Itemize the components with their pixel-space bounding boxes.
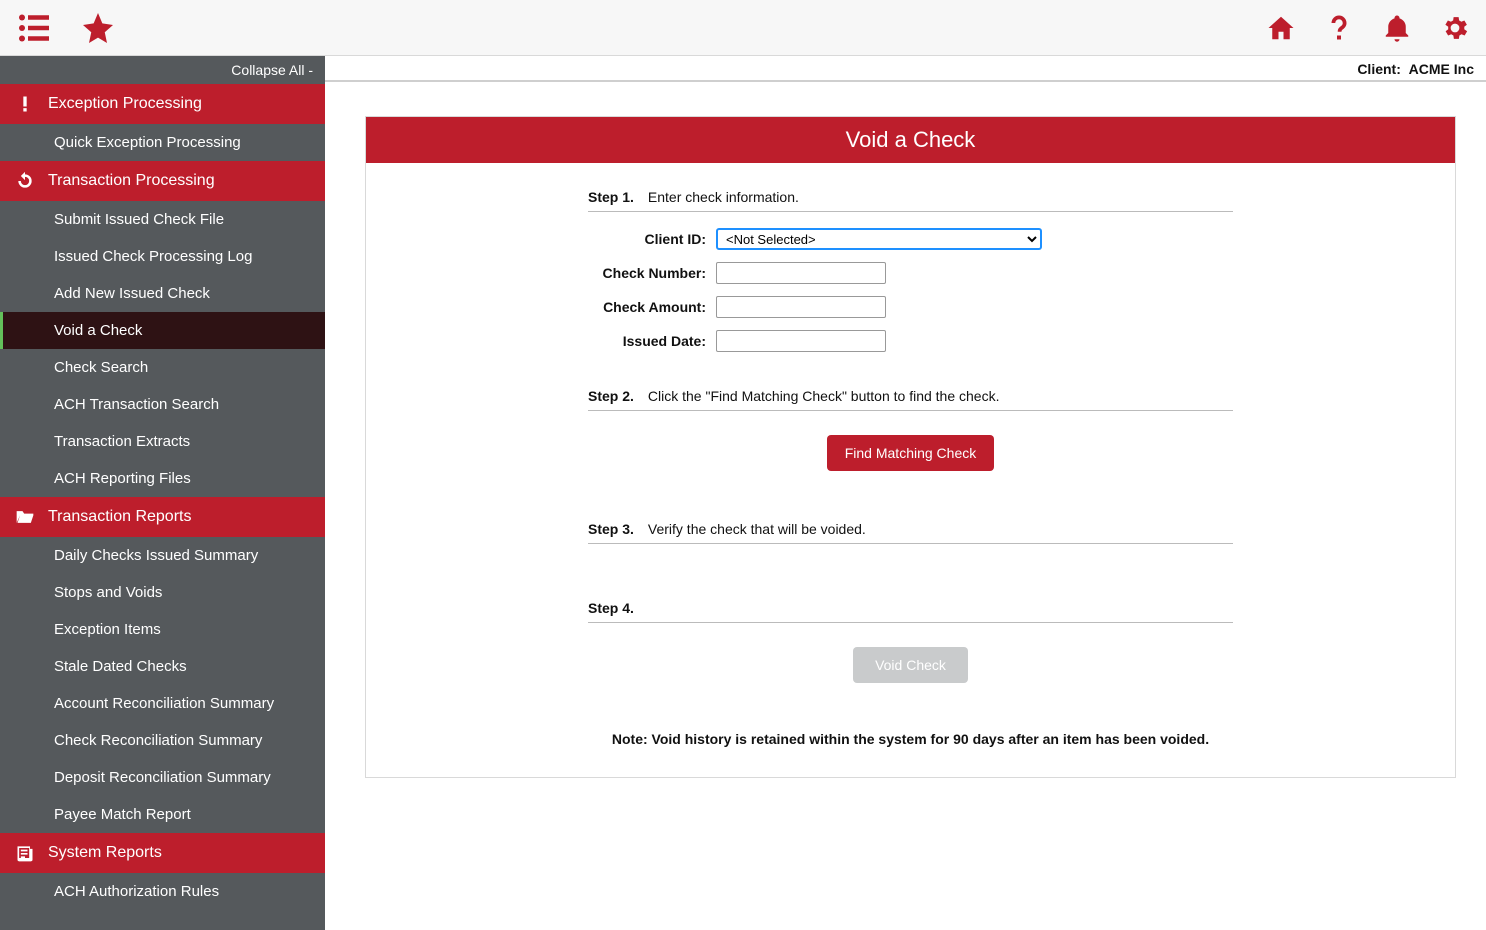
nav-item-void-a-check[interactable]: Void a Check — [0, 312, 325, 349]
issued-date-input[interactable] — [716, 330, 886, 352]
step-3-row: Step 3. Verify the check that will be vo… — [588, 515, 1233, 544]
nav-item[interactable]: Account Reconciliation Summary — [0, 685, 325, 722]
step-2-row: Step 2. Click the "Find Matching Check" … — [588, 382, 1233, 411]
refresh-icon — [14, 171, 36, 191]
nav-item[interactable]: Quick Exception Processing — [0, 124, 325, 161]
step-2-text: Click the "Find Matching Check" button t… — [648, 388, 1000, 404]
step-1-text: Enter check information. — [648, 189, 799, 205]
newspaper-icon — [14, 843, 36, 863]
client-indicator: Client: ACME Inc — [325, 56, 1486, 82]
nav-item[interactable]: Stops and Voids — [0, 574, 325, 611]
check-amount-label: Check Amount: — [588, 299, 706, 315]
notifications-bell-icon[interactable] — [1382, 13, 1412, 43]
page-title: Void a Check — [366, 117, 1455, 163]
void-check-card: Void a Check Step 1. Enter check informa… — [365, 116, 1456, 778]
menu-icon[interactable] — [16, 10, 52, 46]
step-3-text: Verify the check that will be voided. — [648, 521, 866, 537]
step-4-row: Step 4. — [588, 594, 1233, 623]
step-4-label: Step 4. — [588, 600, 634, 616]
nav-item[interactable]: Exception Items — [0, 611, 325, 648]
nav-item[interactable]: Add New Issued Check — [0, 275, 325, 312]
nav-item[interactable]: Check Reconciliation Summary — [0, 722, 325, 759]
client-id-select[interactable]: <Not Selected> — [716, 228, 1042, 250]
nav-section-label: Transaction Reports — [48, 508, 191, 526]
void-history-note: Note: Void history is retained within th… — [588, 731, 1233, 747]
void-check-button: Void Check — [853, 647, 968, 683]
nav-section-exception-processing[interactable]: Exception Processing — [0, 84, 325, 124]
nav-item[interactable]: Transaction Extracts — [0, 423, 325, 460]
nav-section-label: Transaction Processing — [48, 172, 215, 190]
folder-open-icon — [14, 507, 36, 527]
nav-section-transaction-processing[interactable]: Transaction Processing — [0, 161, 325, 201]
nav-item[interactable]: Daily Checks Issued Summary — [0, 537, 325, 574]
home-icon[interactable] — [1266, 13, 1296, 43]
check-number-label: Check Number: — [588, 265, 706, 281]
find-matching-check-button[interactable]: Find Matching Check — [827, 435, 995, 471]
nav-item[interactable]: Stale Dated Checks — [0, 648, 325, 685]
check-amount-input[interactable] — [716, 296, 886, 318]
step-3-label: Step 3. — [588, 521, 634, 537]
favorite-star-icon[interactable] — [80, 10, 116, 46]
top-bar — [0, 0, 1486, 56]
nav-section-label: Exception Processing — [48, 95, 202, 113]
nav-item[interactable]: ACH Reporting Files — [0, 460, 325, 497]
nav-item[interactable]: Check Search — [0, 349, 325, 386]
nav-item[interactable]: Submit Issued Check File — [0, 201, 325, 238]
nav-section-transaction-reports[interactable]: Transaction Reports — [0, 497, 325, 537]
alert-icon — [14, 94, 36, 114]
content-area: Client: ACME Inc Void a Check Step 1. En… — [325, 56, 1486, 930]
collapse-all-link[interactable]: Collapse All - — [0, 56, 325, 84]
step-2-label: Step 2. — [588, 388, 634, 404]
check-number-input[interactable] — [716, 262, 886, 284]
nav-item[interactable]: Payee Match Report — [0, 796, 325, 833]
help-icon[interactable] — [1324, 13, 1354, 43]
nav-item[interactable]: ACH Authorization Rules — [0, 873, 325, 910]
client-id-label: Client ID: — [588, 231, 706, 247]
step-1-row: Step 1. Enter check information. — [588, 183, 1233, 212]
settings-gear-icon[interactable] — [1440, 13, 1470, 43]
check-info-form: Client ID: <Not Selected> Check Number: … — [588, 228, 1233, 352]
step-1-label: Step 1. — [588, 189, 634, 205]
nav-section-system-reports[interactable]: System Reports — [0, 833, 325, 873]
nav-item[interactable]: Issued Check Processing Log — [0, 238, 325, 275]
nav-item[interactable]: Deposit Reconciliation Summary — [0, 759, 325, 796]
issued-date-label: Issued Date: — [588, 333, 706, 349]
nav-item[interactable]: ACH Transaction Search — [0, 386, 325, 423]
nav-section-label: System Reports — [48, 844, 162, 862]
sidebar: Collapse All - Exception Processing Quic… — [0, 56, 325, 930]
